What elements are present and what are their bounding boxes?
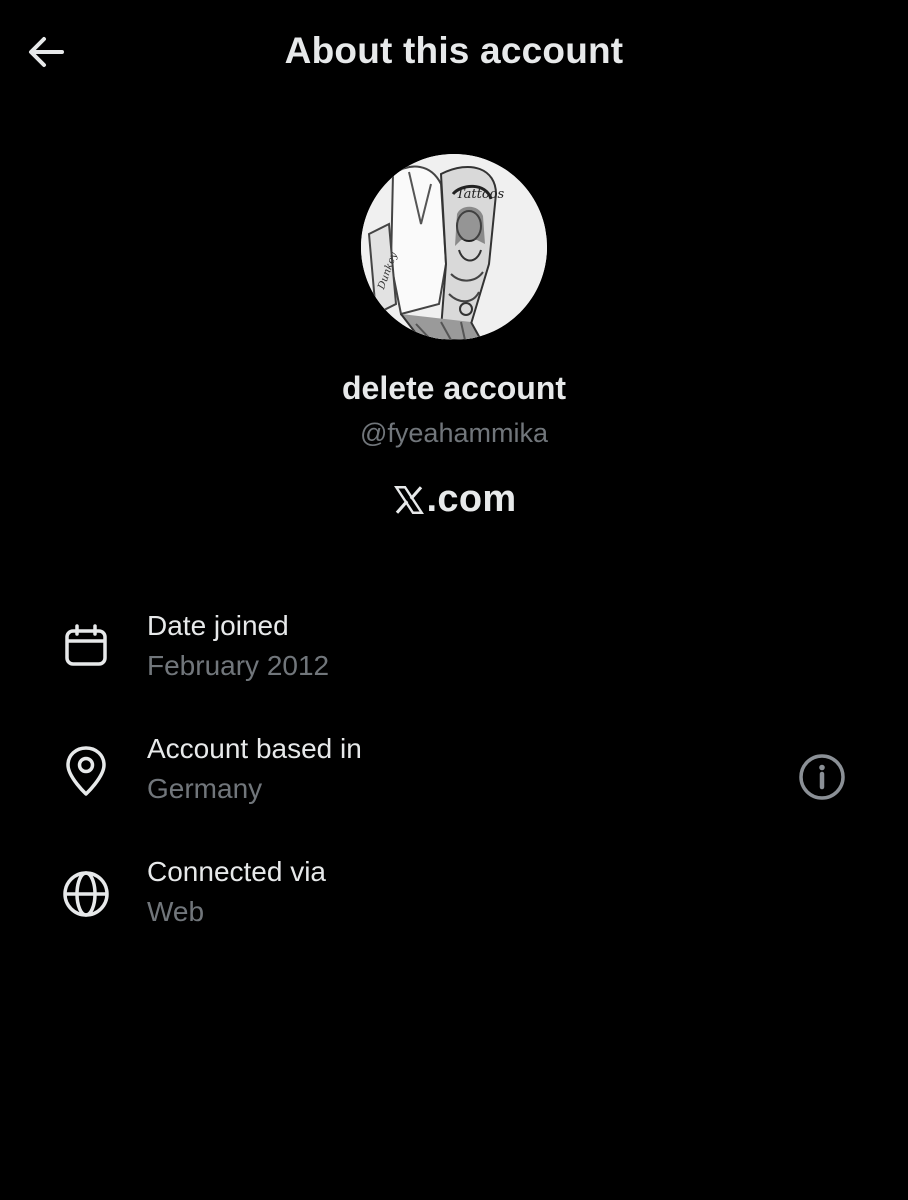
avatar[interactable]: Tattoos Dunkey (361, 154, 547, 340)
x-logo-icon (393, 485, 424, 514)
date-joined-label: Date joined (147, 610, 289, 641)
top-bar: About this account (0, 0, 908, 104)
brand-domain: .com (0, 478, 908, 521)
account-based-in-value: Germany (147, 773, 263, 804)
page-title: About this account (284, 30, 624, 71)
brand-domain-text: .com (426, 478, 517, 520)
date-joined-value: February 2012 (147, 650, 330, 681)
globe-icon (60, 868, 112, 920)
avatar-illustration: Tattoos Dunkey (361, 154, 547, 340)
account-location-info-button[interactable] (798, 753, 846, 801)
user-handle: @fyeahammika (360, 418, 548, 448)
connected-via-row: Connected via Web (0, 856, 908, 948)
connected-via-label: Connected via (147, 856, 327, 887)
info-icon (799, 754, 845, 800)
connected-via-value: Web (147, 896, 205, 927)
display-name: delete account (341, 370, 567, 406)
date-joined-row: Date joined February 2012 (0, 610, 908, 702)
account-based-in-row: Account based in Germany (0, 733, 908, 825)
account-based-in-label: Account based in (147, 733, 362, 764)
svg-text:Tattoos: Tattoos (456, 187, 505, 202)
calendar-icon (60, 620, 112, 672)
location-pin-icon (60, 745, 112, 797)
